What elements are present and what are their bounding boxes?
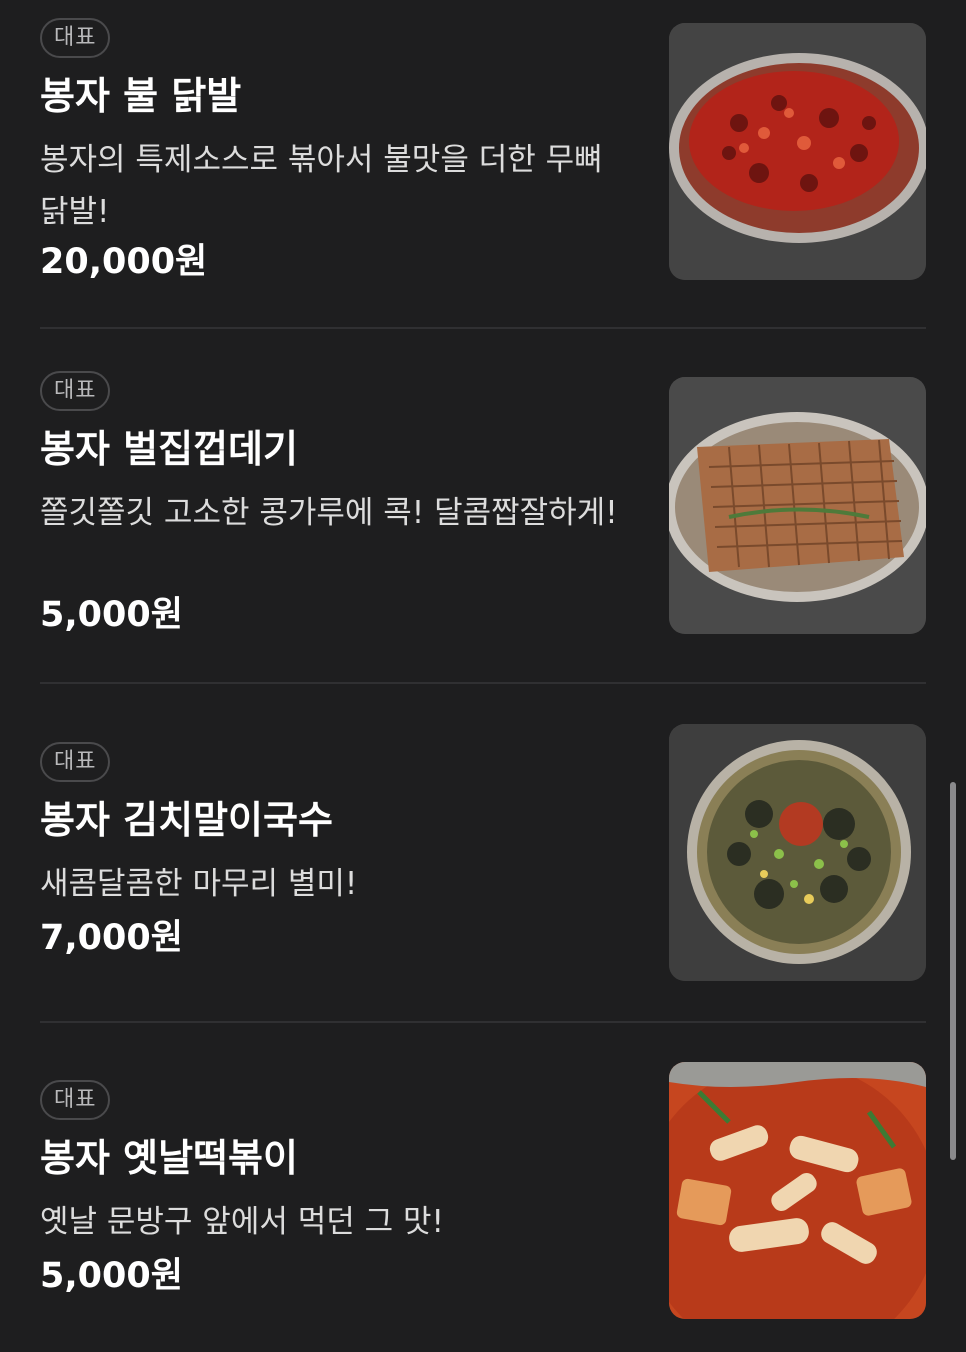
honeycomb-pork-skin-photo[interactable] — [669, 377, 926, 634]
menu-item-name: 봉자 옛날떡볶이 — [40, 1136, 298, 1180]
menu-item-description: 봉자의 특제소스로 볶아서 불맛을 더한 무뼈닭발! — [40, 142, 603, 230]
menu-list: 대표 봉자 불 닭발 봉자의 특제소스로 볶아서 불맛을 더한 무뼈닭발! 20… — [0, 0, 966, 1352]
tteokbokki-photo[interactable] — [669, 1062, 926, 1319]
signature-badge: 대표 — [40, 742, 111, 782]
menu-item-price: 20,000원 — [40, 242, 208, 282]
kimchi-noodle-soup-photo[interactable] — [669, 724, 926, 981]
menu-item-name: 봉자 불 닭발 — [40, 74, 242, 118]
menu-item-price: 7,000원 — [40, 918, 183, 958]
scrollbar[interactable] — [950, 782, 956, 1160]
menu-item-description: 옛날 문방구 앞에서 먹던 그 맛! — [40, 1204, 444, 1240]
menu-item-price: 5,000원 — [40, 1256, 183, 1296]
signature-badge: 대표 — [40, 1080, 111, 1120]
menu-item-description: 새콤달콤한 마무리 별미! — [40, 866, 358, 902]
menu-item-description: 쫄깃쫄깃 고소한 콩가루에 콕! 달콤짭잘하게! — [40, 495, 618, 531]
divider — [40, 327, 926, 329]
divider — [40, 682, 926, 684]
spicy-chicken-feet-photo[interactable] — [669, 23, 926, 280]
signature-badge: 대표 — [40, 18, 111, 58]
menu-item-name: 봉자 김치말이국수 — [40, 798, 333, 842]
divider — [40, 1021, 926, 1023]
menu-item-name: 봉자 벌집껍데기 — [40, 427, 298, 471]
menu-item-price: 5,000원 — [40, 595, 183, 635]
signature-badge: 대표 — [40, 371, 111, 411]
